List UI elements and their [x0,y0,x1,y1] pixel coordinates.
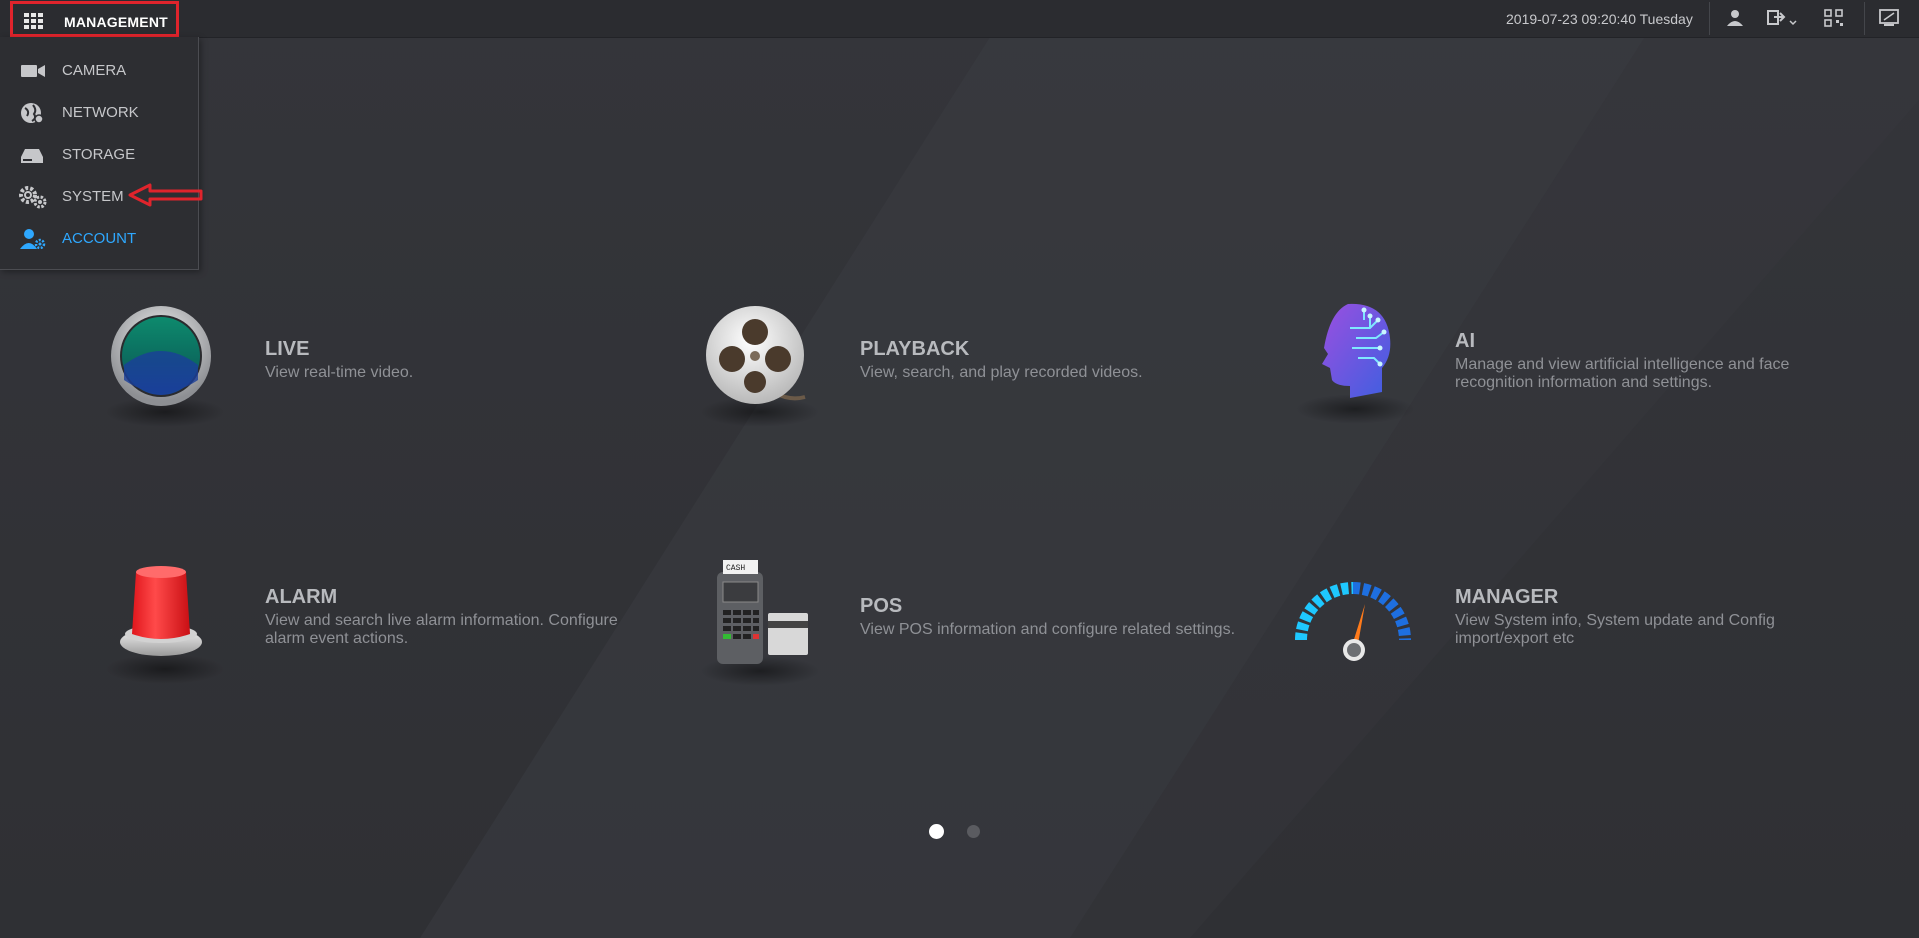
pager-dot-2[interactable] [967,825,980,838]
speedometer-gauge-icon [1295,582,1411,661]
camera-icon [21,65,45,77]
menu-item-storage[interactable]: STORAGE [0,133,198,175]
tile-ai[interactable]: AI Manage and view artificial intelligen… [1295,298,1860,438]
menu-item-network[interactable]: NETWORK [0,91,198,133]
tile-alarm[interactable]: ALARM View and search live alarm informa… [105,558,670,698]
tile-playback[interactable]: PLAYBACK View, search, and play recorded… [700,305,1265,445]
tile-pos[interactable]: CASH POS View POS information and config… [700,560,1272,700]
menu-label-camera: CAMERA [62,62,127,79]
management-menu-button[interactable]: MANAGEMENT [10,1,179,37]
live-lens-icon [111,306,211,406]
top-bar: MANAGEMENT 2019-07-23 09:20:40 Tuesday [0,0,1919,38]
tile-title-ai: AI [1455,330,1475,352]
gears-icon [19,186,47,209]
separator [1864,2,1865,35]
menu-label-system: SYSTEM [62,188,124,205]
logout-icon[interactable] [1766,8,1800,28]
datetime-display: 2019-07-23 09:20:40 Tuesday [1506,11,1693,27]
tile-desc-ai: Manage and view artificial intelligence … [1455,356,1790,391]
tile-desc-live: View real-time video. [265,364,414,381]
management-title: MANAGEMENT [64,14,168,30]
ai-head-icon [1322,303,1391,398]
tile-desc-playback: View, search, and play recorded videos. [860,364,1143,381]
tile-live[interactable]: LIVE View real-time video. [105,305,630,445]
menu-label-account: ACCOUNT [62,230,137,247]
display-icon[interactable] [1878,8,1900,28]
network-globe-icon [21,103,44,124]
background [0,0,1919,938]
account-user-icon [20,229,46,250]
pager-dot-1[interactable] [929,824,944,839]
pos-terminal-icon: CASH [717,560,808,664]
tile-title-manager: MANAGER [1455,586,1559,608]
film-reel-icon [706,306,806,404]
qr-code-icon[interactable] [1823,8,1845,28]
separator [1709,2,1710,35]
tile-title-playback: PLAYBACK [860,338,970,360]
tile-desc-pos: View POS information and configure relat… [860,621,1236,638]
grid-icon [24,13,43,29]
storage-drive-icon [21,149,43,163]
annotation-arrow-icon [128,183,203,207]
tile-manager[interactable]: MANAGER View System info, System update … [1291,568,1871,708]
user-icon[interactable] [1724,8,1746,28]
tile-desc-manager: View System info, System update and Conf… [1455,612,1775,647]
tile-desc-alarm: View and search live alarm information. … [265,612,618,647]
menu-item-camera[interactable]: CAMERA [0,49,198,91]
tile-title-alarm: ALARM [265,586,338,608]
tile-title-live: LIVE [265,338,310,360]
alarm-siren-icon [120,566,202,656]
pos-cash-label: CASH [726,564,745,573]
menu-item-account[interactable]: ACCOUNT [0,217,198,259]
menu-label-storage: STORAGE [62,146,136,163]
management-dropdown-menu: CAMERA NETWORK STORAGE SYSTEM ACCOUNT [0,37,199,270]
menu-label-network: NETWORK [62,104,139,121]
tile-title-pos: POS [860,595,903,617]
